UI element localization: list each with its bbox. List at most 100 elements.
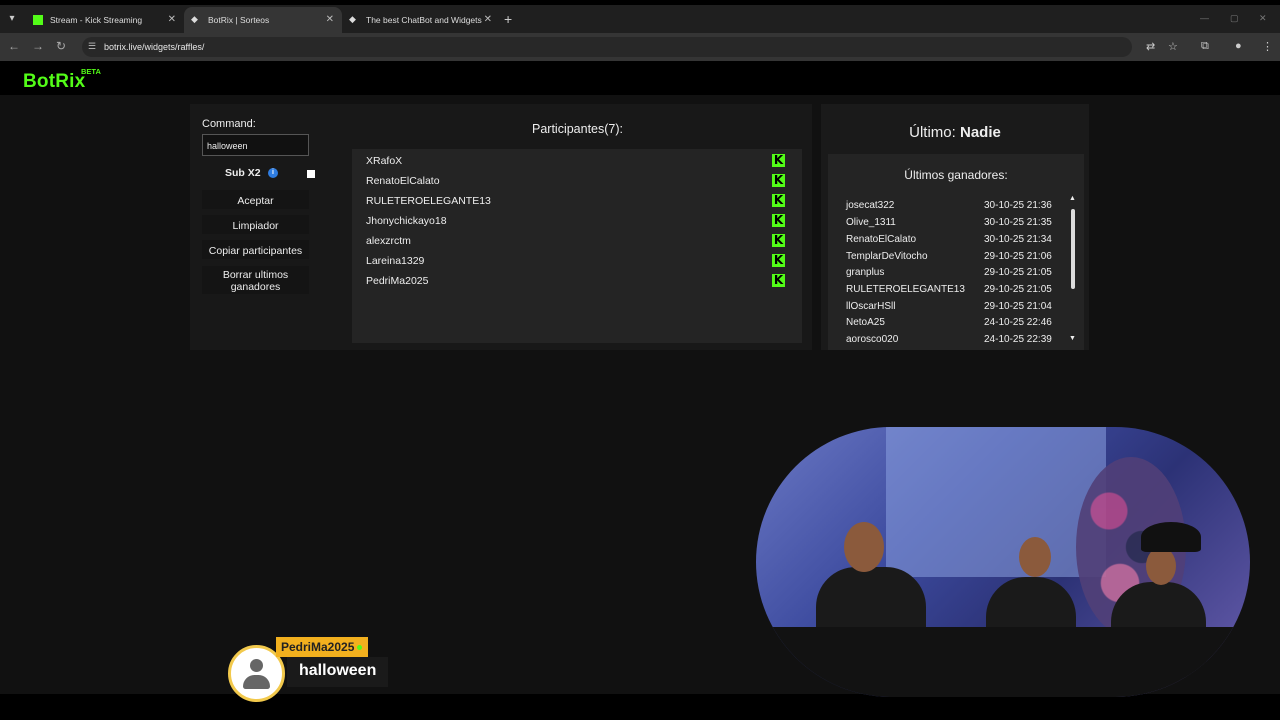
site-settings-icon[interactable]: ☰ [88,41,96,52]
winner-name: RULETEROELEGANTE13 [846,284,965,295]
winner-name: granplus [846,267,885,278]
winner-name: RenatoElCalato [846,234,917,245]
back-icon[interactable]: ← [8,39,20,53]
winner-date: 30-10-25 21:35 [984,217,1052,228]
participant-name: Lareina1329 [366,255,425,267]
maximize-icon[interactable]: ▢ [1230,13,1239,24]
site-header: BotRix BETA [0,62,1280,95]
tab-title: BotRix | Sorteos [208,15,270,25]
close-icon[interactable]: ✕ [168,14,176,25]
winner-date: 24-10-25 22:39 [984,334,1052,342]
beta-badge: BETA [81,67,101,76]
sub-x2-checkbox[interactable] [307,170,315,178]
translate-icon[interactable]: ⇄ [1146,40,1155,53]
user-icon [250,659,263,672]
chat-message: halloween [287,657,389,687]
delete-winners-line1: Borrar ultimos [222,269,289,281]
command-input[interactable]: halloween [202,134,309,156]
tab-kick-stream[interactable]: Stream - Kick Streaming ✕ [26,7,184,33]
winner-date: 30-10-25 21:34 [984,234,1052,245]
kick-icon [33,15,43,25]
delete-winners-button[interactable]: Borrar ultimos ganadores [202,266,309,294]
winner-name: TemplarDeVitocho [846,251,928,262]
participant-name: alexzrctm [366,235,411,247]
last-winner: Último: Nadie [821,124,1089,141]
forward-icon[interactable]: → [32,39,44,53]
cam-background [886,427,1106,577]
winner-name: josecat322 [846,200,895,211]
scroll-down-arrow-icon[interactable]: ▼ [1069,335,1076,342]
kick-icon: K [772,253,785,267]
winner-name: NetoA25 [846,317,885,328]
more-menu-icon[interactable]: ⋮ [1262,40,1273,53]
winner-name: Olive_1311 [846,217,896,228]
tab-botrix-home[interactable]: ◆ The best ChatBot and Widgets ✕ [342,7,500,33]
winner-date: 29-10-25 21:04 [984,301,1052,312]
kick-icon: K [772,173,785,187]
address-bar: ← → ↻ ☰ botrix.live/widgets/raffles/ ⇄ ☆… [0,33,1280,61]
command-label: Command: [202,118,256,130]
diamond-icon: ◆ [191,14,198,24]
url-field[interactable]: ☰ botrix.live/widgets/raffles/ [82,37,1132,57]
minimize-icon[interactable]: — [1200,13,1209,23]
kick-icon: K [772,273,785,287]
reload-icon[interactable]: ↻ [56,39,66,53]
webcam-feed [756,427,1250,697]
cam-desk [756,627,1250,697]
tab-search-chevron-icon[interactable]: ▾ [4,11,20,27]
cam-head-1 [844,522,884,572]
sub-x2-label: Sub X2 [225,167,261,179]
participant-name: RULETEROELEGANTE13 [366,195,491,207]
recent-winners-box[interactable]: Últimos ganadores: josecat322 30-10-25 2… [828,154,1084,350]
copy-participants-button[interactable]: Copiar participantes [202,240,309,259]
window-close-icon[interactable]: ✕ [1259,13,1267,24]
scroll-up-arrow-icon[interactable]: ▲ [1069,195,1076,202]
bookmark-star-icon[interactable]: ☆ [1168,40,1178,53]
delete-winners-line2: ganadores [230,281,281,293]
kick-icon: K [772,233,785,247]
chat-username: PedriMa2025 [281,640,355,654]
tab-title: The best ChatBot and Widgets [366,15,482,25]
close-icon[interactable]: ✕ [326,14,334,25]
diamond-icon: ◆ [349,14,356,24]
participant-name: XRafoX [366,155,403,167]
winner-date: 24-10-25 22:46 [984,317,1052,328]
participants-list: XRafoX K RenatoElCalato K RULETEROELEGAN… [352,149,802,343]
kick-icon: K [772,153,785,167]
extensions-icon[interactable]: ⧉ [1201,40,1209,53]
new-tab-icon[interactable]: + [504,11,512,27]
info-icon[interactable]: i [268,168,278,178]
winners-panel: Último: Nadie Últimos ganadores: josecat… [821,104,1089,350]
kick-icon: K [772,213,785,227]
profile-avatar-icon[interactable]: ● [1235,40,1242,52]
winners-scrollbar[interactable]: ▲ ▼ [1069,195,1077,344]
chat-username-badge: PedriMa2025 [276,637,369,657]
cam-head-2 [1019,537,1051,577]
winner-name: llOscarHSll [846,301,896,312]
clear-button[interactable]: Limpiador [202,215,309,234]
kick-icon: K [772,193,785,207]
pirate-hat [1141,522,1201,552]
close-icon[interactable]: ✕ [484,14,492,25]
last-winner-value: Nadie [959,124,1001,141]
tab-botrix-sorteos[interactable]: ◆ BotRix | Sorteos ✕ [184,7,342,33]
last-winner-label: Último: [909,124,956,141]
winner-date: 29-10-25 21:05 [984,284,1052,295]
winner-date: 29-10-25 21:05 [984,267,1052,278]
scroll-thumb[interactable] [1071,209,1075,289]
participant-name: PedriMa2025 [366,275,429,287]
winners-list: josecat322 30-10-25 21:36 Olive_1311 30-… [828,154,1084,342]
accept-button[interactable]: Aceptar [202,190,309,209]
participant-name: RenatoElCalato [366,175,440,187]
participants-title: Participantes(7): [532,122,624,136]
tab-strip: ▾ Stream - Kick Streaming ✕ ◆ BotRix | S… [0,5,1280,33]
online-dot-icon [357,645,363,651]
tab-title: Stream - Kick Streaming [50,15,143,25]
user-icon-body [243,675,270,689]
winner-name: aorosco020 [846,334,899,342]
url-text: botrix.live/widgets/raffles/ [104,42,205,52]
winner-date: 29-10-25 21:06 [984,251,1052,262]
participant-name: Jhonychickayo18 [366,215,447,227]
botrix-logo[interactable]: BotRix [23,71,85,93]
winner-date: 30-10-25 21:36 [984,200,1052,211]
